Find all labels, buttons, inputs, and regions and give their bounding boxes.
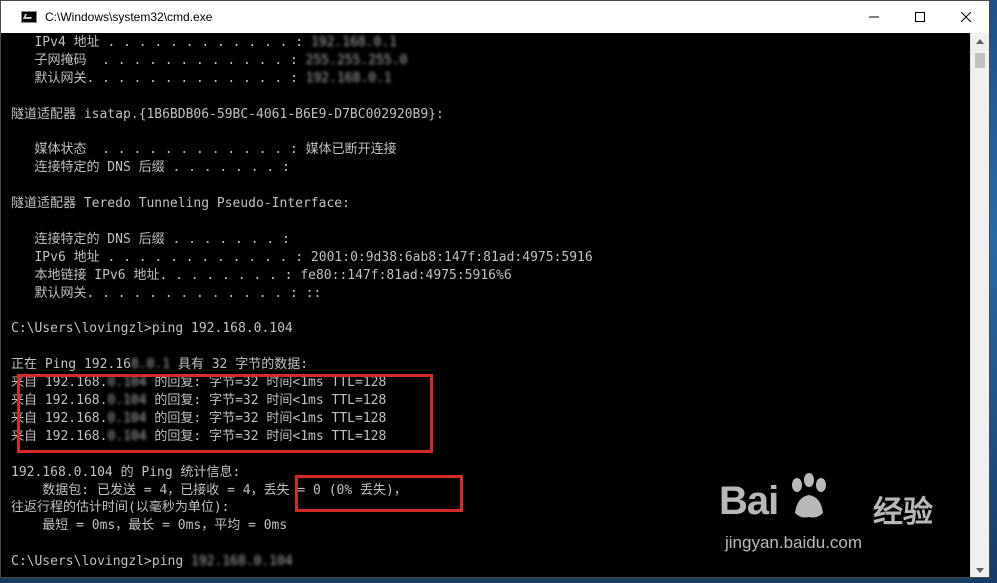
console-line: 本地链接 IPv6 地址. . . . . . . . : fe80::147f… xyxy=(11,267,512,285)
masked-ip-text: 255.255.255.0 xyxy=(305,52,408,68)
console-text: 往返行程的估计时间(以毫秒为单位): xyxy=(11,500,230,516)
console-text: 媒体状态 . . . . . . . . . . . . : 媒体已断开连接 xyxy=(11,142,397,158)
console-line: 默认网关. . . . . . . . . . . . . : 192.168.… xyxy=(11,70,392,88)
console-app-icon[interactable] xyxy=(21,11,37,23)
console-text: 最短 = 0ms，最长 = 0ms，平均 = 0ms xyxy=(11,518,288,534)
watermark-brand: Bai xyxy=(719,479,779,523)
console-text: 默认网关. . . . . . . . . . . . . : :: xyxy=(11,285,322,301)
console-line: 媒体状态 . . . . . . . . . . . . : 媒体已断开连接 xyxy=(11,141,397,159)
packet-loss-highlight xyxy=(295,475,463,512)
console-line: 默认网关. . . . . . . . . . . . . : :: xyxy=(11,285,321,303)
console-line: 连接特定的 DNS 后缀 . . . . . . . : xyxy=(11,231,290,249)
cmd-window[interactable]: C:\Windows\system32\cmd.exe IPv4 地址 . . … xyxy=(0,0,990,578)
console-line: 子网掩码 . . . . . . . . . . . . : 255.255.2… xyxy=(11,52,407,70)
minimize-icon xyxy=(869,16,879,18)
console-line: 隧道适配器 isatap.{1B6BDB06-59BC-4061-B6E9-D7… xyxy=(11,106,444,124)
console-line: 隧道适配器 Teredo Tunneling Pseudo-Interface: xyxy=(11,195,350,213)
window-title: C:\Windows\system32\cmd.exe xyxy=(45,10,213,24)
console-line: 往返行程的估计时间(以毫秒为单位): xyxy=(11,499,229,517)
console-text: 192.168.0.104 的 Ping 统计信息: xyxy=(11,464,241,480)
scroll-down-button[interactable] xyxy=(971,562,989,577)
console-text: 隧道适配器 Teredo Tunneling Pseudo-Interface: xyxy=(11,196,350,212)
console-text: 正在 Ping 192.16 xyxy=(11,357,131,373)
console-text: IPv6 地址 . . . . . . . . . . . . : 2001:0… xyxy=(11,249,593,265)
console-text: IPv4 地址 . . . . . . . . . . . . : xyxy=(11,35,311,50)
console-line: 连接特定的 DNS 后缀 . . . . . . . : xyxy=(11,159,290,177)
console-line: C:\Users\lovingzl>ping 192.168.0.104 xyxy=(11,320,293,338)
masked-ip-text: 192.168.0.1 xyxy=(310,35,398,50)
minimize-button[interactable] xyxy=(851,1,897,33)
maximize-icon xyxy=(915,12,925,22)
chevron-down-icon xyxy=(976,568,984,573)
masked-ip-text: 8.0.1 xyxy=(130,357,171,373)
console-text: 具有 32 字节的数据: xyxy=(170,357,309,373)
close-icon xyxy=(961,12,971,22)
console-line: 最短 = 0ms，最长 = 0ms，平均 = 0ms xyxy=(11,517,287,535)
console-text: 本地链接 IPv6 地址. . . . . . . . : fe80::147f… xyxy=(11,267,512,283)
vertical-scrollbar[interactable] xyxy=(970,33,989,577)
console-line: IPv6 地址 . . . . . . . . . . . . : 2001:0… xyxy=(11,249,593,267)
console-line: 192.168.0.104 的 Ping 统计信息: xyxy=(11,464,240,482)
console-line: IPv4 地址 . . . . . . . . . . . . : 192.16… xyxy=(11,34,397,52)
console-text: C:\Users\lovingzl>ping xyxy=(11,554,192,570)
reply-lines-highlight xyxy=(17,374,433,453)
console-text: 连接特定的 DNS 后缀 . . . . . . . : xyxy=(11,231,290,247)
console-line: 正在 Ping 192.168.0.1 具有 32 字节的数据: xyxy=(11,356,308,374)
watermark-suffix: 经验 xyxy=(873,496,933,529)
masked-ip-text: 192.168.0.104 xyxy=(191,554,293,570)
masked-ip-text: 192.168.0.1 xyxy=(305,70,392,86)
chevron-up-icon xyxy=(976,39,984,44)
scroll-up-button[interactable] xyxy=(971,33,989,50)
baidu-jingyan-watermark: Bai 经验 jingyan.baidu.com xyxy=(719,473,959,563)
console-text: 连接特定的 DNS 后缀 . . . . . . . : xyxy=(11,160,290,176)
watermark-url: jingyan.baidu.com xyxy=(725,533,863,552)
console-line: C:\Users\lovingzl>ping 192.168.0.104 xyxy=(11,553,293,571)
baidu-paw-icon xyxy=(792,473,826,518)
maximize-button[interactable] xyxy=(897,1,943,33)
title-bar[interactable]: C:\Windows\system32\cmd.exe xyxy=(1,1,989,33)
console-text: 隧道适配器 isatap.{1B6BDB06-59BC-4061-B6E9-D7… xyxy=(11,106,444,122)
console-text: 默认网关. . . . . . . . . . . . . : xyxy=(11,70,306,86)
scroll-thumb[interactable] xyxy=(975,53,985,68)
close-button[interactable] xyxy=(943,1,989,33)
console-text: C:\Users\lovingzl>ping 192.168.0.104 xyxy=(11,321,293,337)
console-text: 子网掩码 . . . . . . . . . . . . : xyxy=(11,52,306,68)
